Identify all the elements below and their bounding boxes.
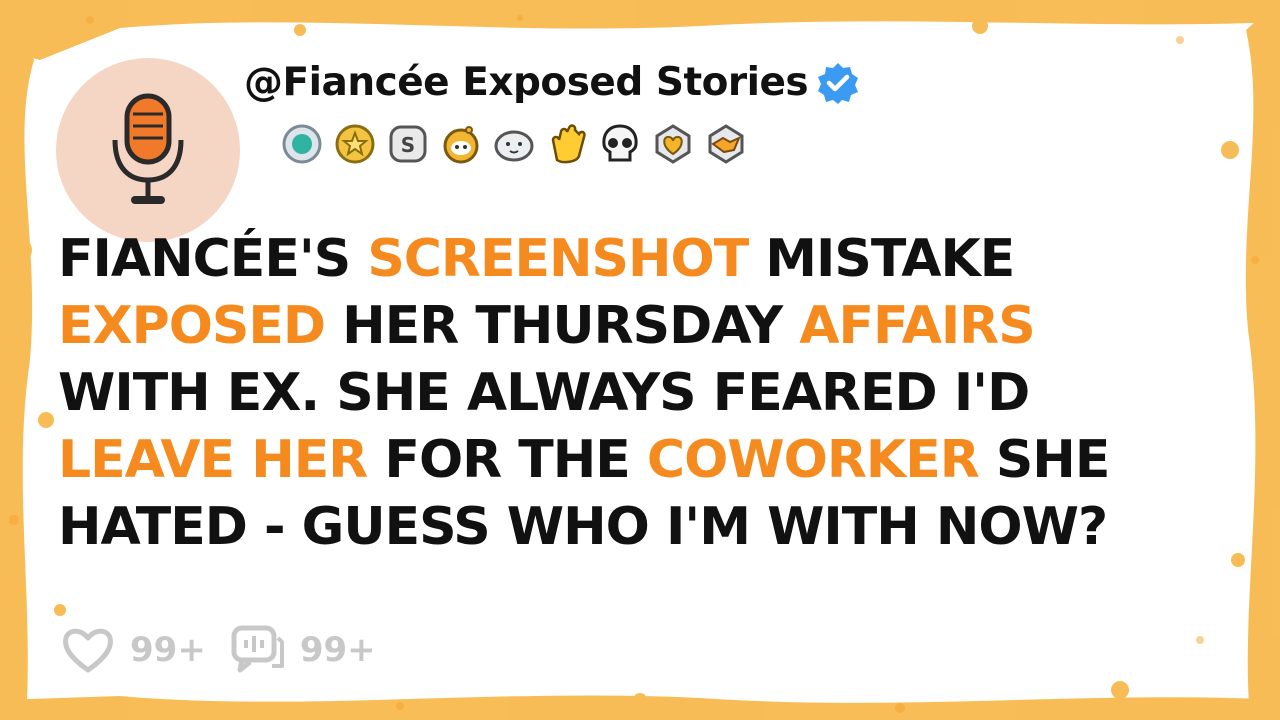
headline-line: With Ex. She Always Feared I'd xyxy=(58,360,1258,427)
headline-highlight: Leave Her xyxy=(58,430,368,490)
headline-text: For The xyxy=(367,430,647,490)
headline-text: Fiancée's xyxy=(58,229,368,289)
headline-text: Her Thursday xyxy=(325,296,800,356)
diamond-heart-icon xyxy=(655,124,691,164)
reddit-gold-icon xyxy=(443,126,479,164)
headline-highlight: Exposed xyxy=(58,296,326,356)
likes-count: 99+ xyxy=(130,630,206,670)
award-badges: S xyxy=(280,122,748,166)
channel-avatar[interactable] xyxy=(56,58,240,242)
headline-highlight: Screenshot xyxy=(367,229,749,289)
headline-text: She xyxy=(978,430,1111,490)
comments-count: 99+ xyxy=(299,630,376,670)
story-headline: Fiancée's Screenshot Mistake Exposed Her … xyxy=(58,226,1258,561)
clap-hands-icon xyxy=(551,124,586,164)
headline-line: Hated - Guess Who I'm With Now? xyxy=(58,494,1258,561)
headline-highlight: Coworker xyxy=(646,430,980,490)
headline-line: Leave Her For The Coworker She xyxy=(58,427,1258,494)
headline-text: Mistake xyxy=(748,229,1015,289)
channel-name: @Fiancée Exposed Stories xyxy=(244,60,809,105)
comment-icon[interactable] xyxy=(228,620,288,680)
headline-text: With Ex. She Always Feared I'd xyxy=(58,363,1030,423)
headline-line: Exposed Her Thursday Affairs xyxy=(58,293,1258,360)
medal-icon xyxy=(282,124,322,164)
handshake-icon xyxy=(708,124,744,164)
seal-icon xyxy=(494,130,534,162)
star-icon xyxy=(335,124,375,164)
headline-text: Hated - Guess Who I'm With Now? xyxy=(58,497,1108,557)
microphone-icon xyxy=(112,93,184,204)
channel-handle[interactable]: @Fiancée Exposed Stories xyxy=(244,60,860,105)
engagement-stats: 99+ 99+ xyxy=(58,620,398,680)
heart-icon[interactable] xyxy=(58,620,118,680)
svg-text:S: S xyxy=(401,133,415,157)
headline-highlight: Affairs xyxy=(799,296,1035,356)
headline-line: Fiancée's Screenshot Mistake xyxy=(58,226,1258,293)
skull-icon xyxy=(602,124,638,162)
s-badge-icon: S xyxy=(389,125,427,163)
verified-check-icon xyxy=(818,62,859,104)
